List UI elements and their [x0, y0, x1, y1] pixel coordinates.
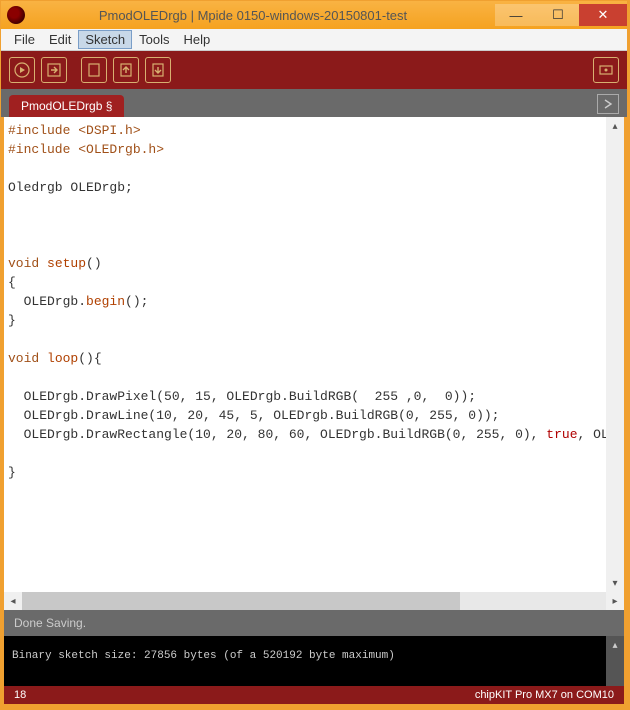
menubar: File Edit Sketch Tools Help	[1, 29, 627, 51]
footer: 18 chipKIT Pro MX7 on COM10	[1, 686, 627, 707]
horizontal-scrollbar[interactable]: ◂ ▸	[1, 592, 627, 610]
maximize-button[interactable]: ☐	[537, 4, 579, 26]
open-button[interactable]	[113, 57, 139, 83]
close-button[interactable]: ✕	[579, 4, 627, 26]
status-message: Done Saving.	[14, 616, 86, 630]
save-button[interactable]	[145, 57, 171, 83]
tab-sketch[interactable]: PmodOLEDrgb §	[9, 95, 124, 117]
titlebar[interactable]: PmodOLEDrgb | Mpide 0150-windows-2015080…	[1, 1, 627, 29]
upload-button[interactable]	[41, 57, 67, 83]
scroll-left-icon[interactable]: ◂	[4, 592, 22, 610]
vertical-scrollbar[interactable]: ▴ ▾	[606, 117, 624, 592]
serial-icon	[598, 62, 614, 78]
serial-monitor-button[interactable]	[593, 57, 619, 83]
verify-button[interactable]	[9, 57, 35, 83]
console-area: Binary sketch size: 27856 bytes (of a 52…	[1, 636, 627, 686]
arrow-down-icon	[150, 62, 166, 78]
play-icon	[14, 62, 30, 78]
scroll-down-icon[interactable]: ▾	[606, 574, 624, 592]
line-number: 18	[14, 689, 26, 701]
arrow-right-small-icon	[602, 98, 614, 110]
console-scroll-up-icon[interactable]: ▴	[606, 636, 624, 654]
menu-help[interactable]: Help	[176, 30, 217, 49]
scrollbar-track[interactable]	[22, 592, 606, 610]
scroll-right-icon[interactable]: ▸	[606, 592, 624, 610]
tabbar: PmodOLEDrgb §	[1, 89, 627, 117]
arrow-up-icon	[118, 62, 134, 78]
scrollbar-thumb[interactable]	[22, 592, 460, 610]
scroll-up-icon[interactable]: ▴	[606, 117, 624, 135]
new-file-icon	[86, 62, 102, 78]
new-button[interactable]	[81, 57, 107, 83]
menu-tools[interactable]: Tools	[132, 30, 176, 49]
menu-edit[interactable]: Edit	[42, 30, 78, 49]
toolbar	[1, 51, 627, 89]
status-bar: Done Saving.	[1, 610, 627, 636]
minimize-button[interactable]: —	[495, 4, 537, 26]
arrow-right-icon	[46, 62, 62, 78]
app-icon	[7, 6, 25, 24]
console-output[interactable]: Binary sketch size: 27856 bytes (of a 52…	[4, 636, 606, 686]
board-info: chipKIT Pro MX7 on COM10	[475, 689, 614, 701]
console-text: Binary sketch size: 27856 bytes (of a 52…	[12, 650, 395, 662]
editor-area: #include <DSPI.h>#include <OLEDrgb.h> Ol…	[1, 117, 627, 592]
window-buttons: — ☐ ✕	[495, 4, 627, 26]
menu-file[interactable]: File	[7, 30, 42, 49]
menu-sketch[interactable]: Sketch	[78, 30, 132, 49]
window-title: PmodOLEDrgb | Mpide 0150-windows-2015080…	[31, 8, 495, 23]
tab-menu-button[interactable]	[597, 94, 619, 114]
code-editor[interactable]: #include <DSPI.h>#include <OLEDrgb.h> Ol…	[4, 117, 606, 592]
console-scrollbar[interactable]: ▴	[606, 636, 624, 686]
app-window: PmodOLEDrgb | Mpide 0150-windows-2015080…	[0, 0, 628, 708]
